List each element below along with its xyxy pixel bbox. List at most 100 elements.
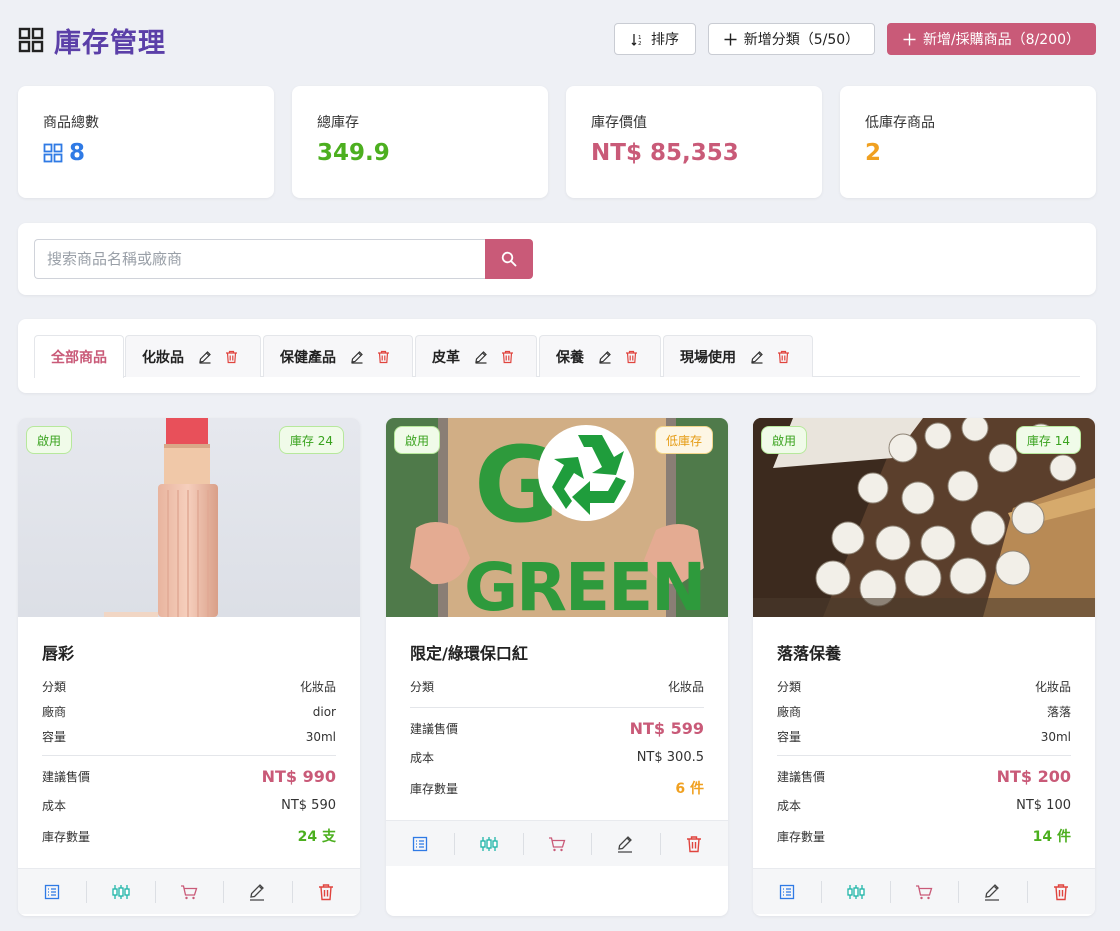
search-button[interactable]: [485, 239, 533, 279]
product-actions: [753, 868, 1095, 914]
detail-button[interactable]: [753, 869, 821, 914]
delete-icon: [1053, 883, 1068, 900]
stat-number: 8: [69, 140, 86, 166]
edit-icon[interactable]: [198, 350, 212, 364]
detail-button[interactable]: [18, 869, 86, 914]
edit-icon[interactable]: [350, 350, 364, 364]
sort-button[interactable]: 1 2 排序: [614, 23, 696, 55]
delete-icon[interactable]: [777, 350, 790, 364]
info-row-volume: 容量 30ml: [777, 724, 1071, 749]
product-card[interactable]: 啟用 庫存 24 唇彩 分類 化妝品 廠商 dior 容量 30ml 建議售價 …: [18, 418, 360, 916]
add-product-button[interactable]: 新增/採購商品（8/200）: [887, 23, 1096, 55]
info-label: 容量: [777, 730, 802, 744]
tab-skincare[interactable]: 保養: [539, 335, 661, 377]
stat-value: 8: [43, 140, 85, 166]
info-label: 容量: [42, 730, 67, 744]
cart-icon: [181, 884, 198, 899]
status-badge: 啟用: [394, 426, 441, 454]
purchase-button[interactable]: [154, 869, 223, 914]
search-input[interactable]: [34, 239, 486, 279]
edit-button[interactable]: [958, 869, 1026, 914]
cost-row: 成本 NT$ 590: [42, 792, 336, 818]
tab-all-products[interactable]: 全部商品: [34, 335, 124, 378]
cost-row: 成本 NT$ 300.5: [410, 744, 704, 770]
adjust-stock-button[interactable]: [454, 821, 522, 866]
adjust-stock-icon: [111, 884, 130, 899]
title-wrap: 庫存管理: [18, 22, 166, 59]
tab-label: 皮革: [432, 349, 460, 366]
page-title: 庫存管理: [54, 27, 166, 59]
delete-button[interactable]: [1026, 869, 1095, 914]
delete-button[interactable]: [291, 869, 360, 914]
adjust-stock-button[interactable]: [86, 869, 154, 914]
stock-value: 24 支: [297, 829, 336, 845]
delete-button[interactable]: [659, 821, 728, 866]
tab-label: 現場使用: [680, 349, 736, 366]
info-value: 化妝品: [1034, 680, 1071, 694]
delete-icon[interactable]: [501, 350, 514, 364]
add-category-button[interactable]: 新增分類（5/50）: [708, 23, 875, 55]
sort-button-label: 排序: [651, 32, 679, 48]
edit-button[interactable]: [223, 869, 291, 914]
edit-icon[interactable]: [598, 350, 612, 364]
stat-label: 低庫存商品: [865, 115, 935, 131]
purchase-button[interactable]: [522, 821, 591, 866]
stock-label: 庫存數量: [410, 781, 459, 796]
tab-onsite-use[interactable]: 現場使用: [663, 335, 813, 377]
info-value: 30ml: [305, 729, 336, 744]
status-badge: 啟用: [761, 426, 808, 454]
product-image[interactable]: 啟用 庫存 14: [753, 418, 1095, 617]
stat-value: 2: [865, 140, 882, 166]
stock-label: 庫存數量: [777, 829, 826, 844]
cost-label: 成本: [777, 798, 802, 813]
product-image[interactable]: 啟用 庫存 24: [18, 418, 360, 617]
info-value: 化妝品: [667, 680, 704, 694]
tab-label: 保健產品: [280, 349, 336, 366]
stat-card-stock-value: 庫存價值 NT$ 85,353: [566, 86, 822, 198]
divider: [410, 707, 704, 708]
tab-label: 保養: [556, 349, 584, 366]
edit-icon[interactable]: [474, 350, 488, 364]
divider: [42, 755, 336, 756]
product-body: 限定/綠環保口紅 分類 化妝品 建議售價 NT$ 599 成本 NT$ 300.…: [386, 640, 728, 806]
purchase-button[interactable]: [889, 869, 958, 914]
edit-icon[interactable]: [750, 350, 764, 364]
cart-icon: [549, 836, 566, 851]
stock-badge: 低庫存: [654, 426, 713, 454]
product-actions: [18, 868, 360, 914]
product-body: 唇彩 分類 化妝品 廠商 dior 容量 30ml 建議售價 NT$ 990 成…: [18, 640, 360, 854]
cost-value: NT$ 300.5: [636, 749, 704, 765]
product-actions: [386, 820, 728, 866]
cost-label: 成本: [42, 798, 67, 813]
list-icon: [413, 836, 428, 851]
delete-icon[interactable]: [625, 350, 638, 364]
adjust-stock-button[interactable]: [821, 869, 889, 914]
stock-badge: 庫存 24: [278, 426, 344, 454]
add-product-label: 新增/採購商品（8/200）: [922, 32, 1081, 48]
product-name: 落落保養: [777, 644, 842, 663]
tab-health-products[interactable]: 保健產品: [263, 335, 413, 377]
price-row: 建議售價 NT$ 599: [410, 712, 704, 744]
tab-cosmetics[interactable]: 化妝品: [125, 335, 261, 377]
price-value: NT$ 200: [996, 766, 1071, 786]
product-image[interactable]: G GREEN 啟用 低庫存: [386, 418, 728, 617]
product-card[interactable]: G GREEN 啟用 低庫存 限定/綠環保口紅 分類 化妝品 建議售價 NT$ …: [386, 418, 728, 916]
list-icon: [780, 884, 795, 899]
info-label: 分類: [777, 680, 802, 694]
info-value: 落落: [1046, 705, 1071, 719]
edit-icon: [618, 835, 633, 853]
status-badge: 啟用: [26, 426, 73, 454]
delete-icon: [318, 883, 333, 900]
tab-leather[interactable]: 皮革: [415, 335, 537, 377]
delete-icon[interactable]: [377, 350, 390, 364]
stock-badge: 庫存 14: [1015, 426, 1081, 454]
info-label: 廠商: [777, 705, 802, 719]
edit-button[interactable]: [591, 821, 659, 866]
search-card: [18, 223, 1096, 295]
delete-icon[interactable]: [225, 350, 238, 364]
product-card[interactable]: 啟用 庫存 14 落落保養 分類 化妝品 廠商 落落 容量 30ml 建議售價 …: [753, 418, 1095, 916]
info-row-category: 分類 化妝品: [42, 674, 336, 699]
detail-button[interactable]: [386, 821, 454, 866]
price-value: NT$ 990: [261, 766, 336, 786]
plus-icon: [724, 33, 737, 45]
